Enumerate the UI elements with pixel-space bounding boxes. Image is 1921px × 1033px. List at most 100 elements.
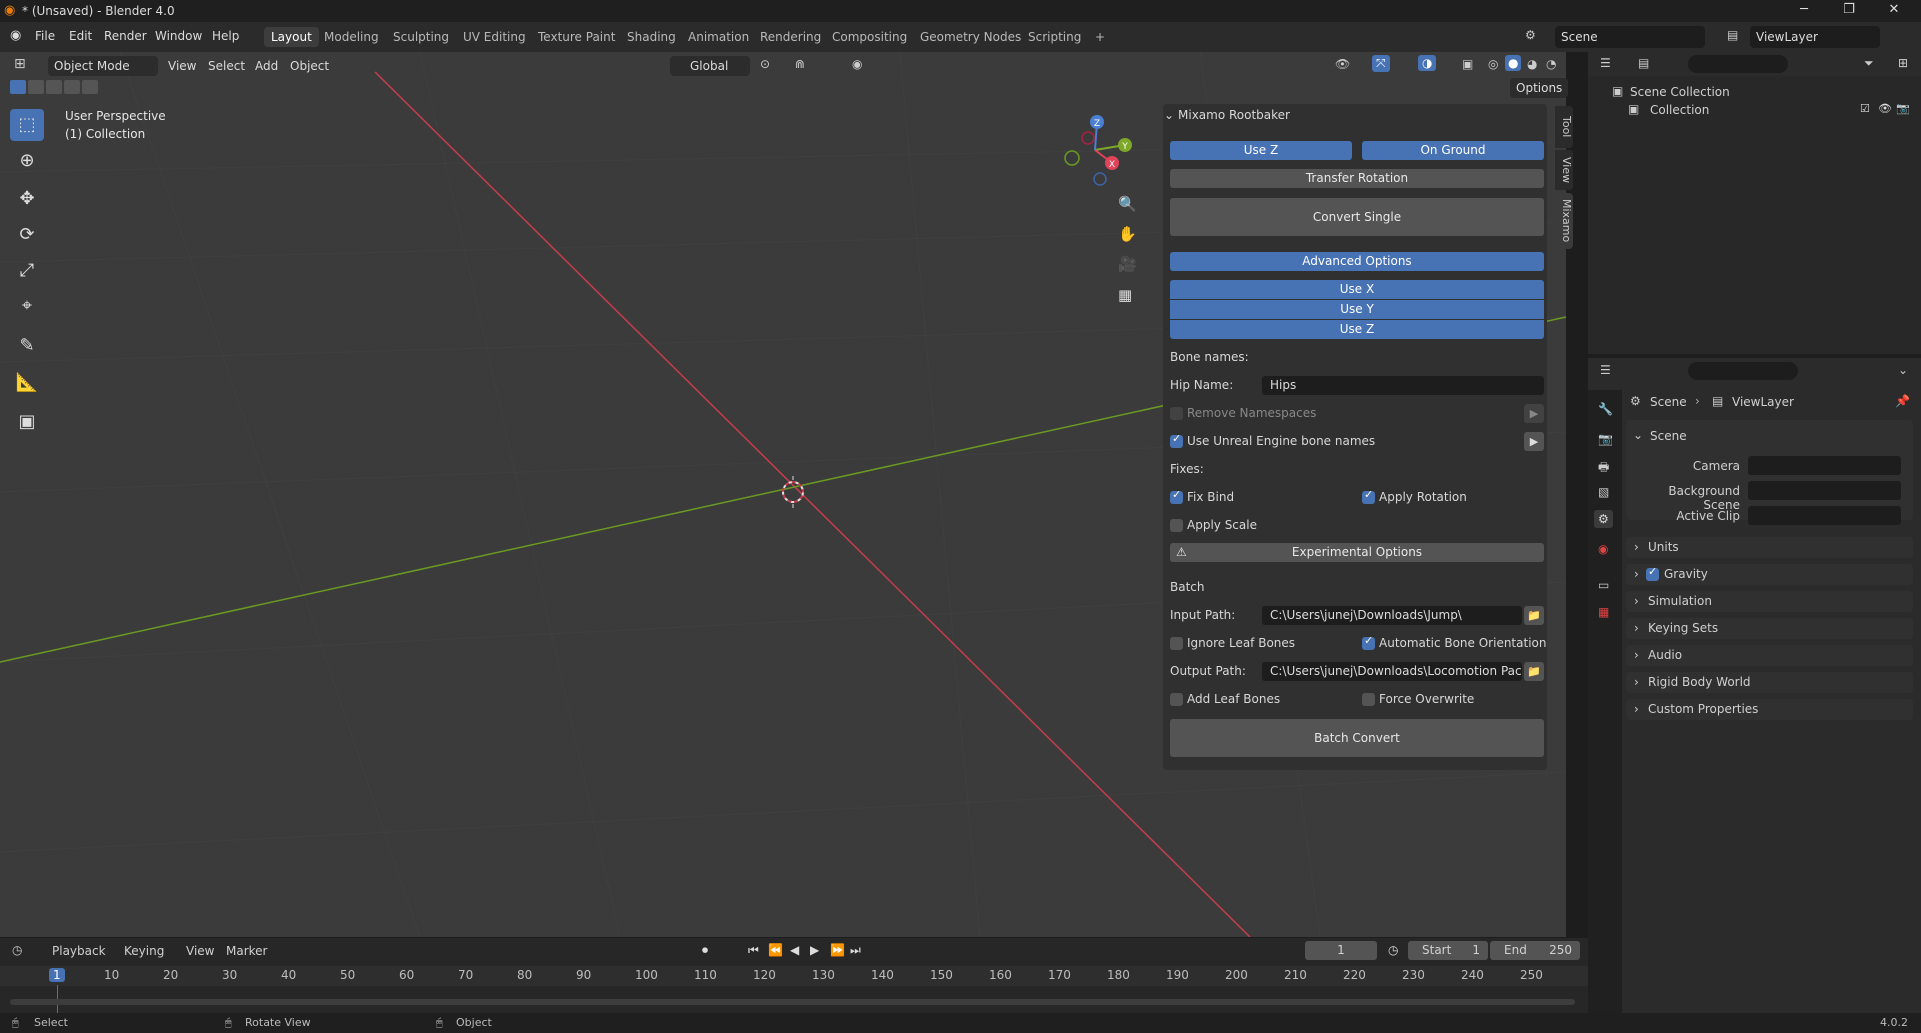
remove-namespaces-play-icon[interactable]: ▶ — [1524, 404, 1544, 423]
menu-file[interactable]: File — [35, 29, 55, 43]
collection-props-icon[interactable]: ▭ — [1598, 578, 1609, 592]
play-icon[interactable]: ▶ — [810, 943, 819, 957]
advanced-options-button[interactable]: Advanced Options — [1170, 252, 1544, 271]
zoom-icon[interactable]: 🔍 — [1118, 195, 1137, 213]
mode-dropdown[interactable]: Object Mode — [48, 56, 158, 76]
solid-shading-icon[interactable]: ● — [1505, 55, 1522, 71]
use-unreal-play-icon[interactable]: ▶ — [1524, 432, 1544, 451]
new-collection-icon[interactable]: ⊞ — [1898, 56, 1908, 70]
tool-props-icon[interactable]: 🔧 — [1598, 402, 1613, 416]
remove-namespaces-checkbox[interactable] — [1170, 407, 1183, 420]
background-scene-field[interactable] — [1748, 481, 1901, 500]
experimental-options-button[interactable]: ⚠ Experimental Options — [1170, 543, 1544, 562]
prev-keyframe-icon[interactable]: ⏪ — [768, 943, 783, 957]
transform-orientation-dropdown[interactable]: Global — [670, 56, 750, 76]
filter-icon[interactable]: ⏷ — [1864, 56, 1874, 71]
hip-name-input[interactable]: Hips — [1262, 376, 1544, 395]
menu-view[interactable]: View — [168, 59, 196, 73]
measure-tool-icon[interactable]: 📐 — [10, 367, 44, 399]
tab-layout[interactable]: Layout — [264, 27, 319, 47]
use-unreal-checkbox[interactable] — [1170, 432, 1183, 448]
annotate-tool-icon[interactable]: ✎ — [10, 330, 44, 362]
gizmo-toggle-icon[interactable]: ⤧ — [1372, 55, 1390, 72]
select-box-tool-icon[interactable]: ⬚ — [10, 109, 44, 141]
side-tab-mixamo[interactable]: Mixamo — [1555, 193, 1573, 249]
select-mode-subtract-icon[interactable] — [46, 80, 62, 94]
jump-start-icon[interactable]: ⏮ — [748, 943, 759, 958]
add-leaf-bones-checkbox[interactable] — [1170, 693, 1183, 706]
adv-use-y-button[interactable]: Use Y — [1170, 300, 1544, 319]
input-folder-icon[interactable]: 📁 — [1524, 606, 1544, 625]
tab-uv-editing[interactable]: UV Editing — [456, 27, 533, 47]
outliner-scene-collection[interactable]: Scene Collection — [1630, 85, 1730, 99]
properties-search-input[interactable] — [1688, 362, 1798, 380]
select-mode-new-icon[interactable] — [10, 80, 26, 94]
menu-render[interactable]: Render — [104, 29, 147, 43]
display-mode-icon[interactable]: ▤ — [1638, 56, 1649, 70]
select-mode-extend-icon[interactable] — [28, 80, 44, 94]
side-tab-tool[interactable]: Tool — [1555, 106, 1573, 148]
menu-select[interactable]: Select — [208, 59, 245, 73]
add-workspace-button[interactable]: + — [1088, 27, 1112, 47]
output-props-icon[interactable]: 🖶 — [1598, 458, 1609, 479]
play-reverse-icon[interactable]: ◀ — [790, 943, 799, 957]
panel-audio[interactable]: › Audio — [1626, 645, 1913, 666]
panel-keying-sets[interactable]: › Keying Sets — [1626, 618, 1913, 639]
snap-icon[interactable]: ⋒ — [795, 57, 805, 71]
add-cube-tool-icon[interactable]: ▣ — [10, 406, 44, 438]
scene-props-icon[interactable]: ⚙ — [1594, 510, 1613, 528]
pin-icon[interactable]: 📌 — [1895, 394, 1910, 408]
start-frame-input[interactable]: Start 1 — [1408, 941, 1488, 960]
select-mode-invert-icon[interactable] — [64, 80, 80, 94]
side-tab-view[interactable]: View — [1555, 150, 1573, 190]
menu-object[interactable]: Object — [290, 59, 329, 73]
on-ground-button[interactable]: On Ground — [1362, 141, 1544, 160]
select-mode-intersect-icon[interactable] — [82, 80, 98, 94]
scene-panel-chevron-icon[interactable]: ⌄ — [1633, 428, 1643, 442]
menu-edit[interactable]: Edit — [69, 29, 92, 43]
adv-use-x-button[interactable]: Use X — [1170, 280, 1544, 299]
apply-rotation-checkbox[interactable] — [1362, 488, 1375, 504]
cursor-tool-icon[interactable]: ⊕ — [10, 145, 44, 177]
scene-selector[interactable]: Scene — [1555, 26, 1705, 48]
ortho-toggle-icon[interactable]: ▦ — [1118, 286, 1132, 304]
render-props-icon[interactable]: 📷 — [1598, 432, 1613, 446]
xray-icon[interactable]: ▣ — [1462, 57, 1473, 71]
gravity-checkbox[interactable] — [1646, 565, 1659, 581]
camera-view-icon[interactable]: 🎥 — [1118, 255, 1137, 273]
tab-compositing[interactable]: Compositing — [825, 27, 914, 47]
visibility-icon[interactable]: 👁 — [1335, 57, 1350, 71]
menu-playback[interactable]: Playback — [52, 944, 106, 958]
automatic-bone-orientation-checkbox[interactable] — [1362, 634, 1375, 650]
blender-menu-icon[interactable]: ◉ — [10, 28, 21, 43]
adv-use-z-button[interactable]: Use Z — [1170, 320, 1544, 339]
tab-rendering[interactable]: Rendering — [753, 27, 828, 47]
outliner-search-input[interactable] — [1688, 55, 1788, 73]
editor-type-icon[interactable]: ⊞ — [14, 56, 26, 72]
timeline-scrollbar[interactable] — [10, 999, 1575, 1005]
texture-props-icon[interactable]: ▦ — [1598, 605, 1609, 619]
menu-marker[interactable]: Marker — [226, 944, 267, 958]
output-path-field[interactable]: C:\Users\junej\Downloads\Locomotion Pack… — [1262, 662, 1522, 681]
panel-units[interactable]: › Units — [1626, 537, 1913, 558]
tab-scripting[interactable]: Scripting — [1021, 27, 1088, 47]
force-overwrite-checkbox[interactable] — [1362, 693, 1375, 706]
tab-modeling[interactable]: Modeling — [317, 27, 386, 47]
tab-texture-paint[interactable]: Texture Paint — [531, 27, 622, 47]
wireframe-shading-icon[interactable]: ◎ — [1488, 57, 1498, 71]
record-icon[interactable]: ⏺ — [702, 943, 708, 958]
scene-icon[interactable]: ⚙ — [1525, 28, 1536, 42]
rendered-shading-icon[interactable]: ◔ — [1546, 57, 1556, 71]
maximize-button[interactable]: ❐ — [1835, 2, 1863, 20]
menu-timeline-view[interactable]: View — [186, 944, 214, 958]
next-keyframe-icon[interactable]: ⏩ — [830, 943, 845, 957]
end-frame-input[interactable]: End 250 — [1490, 941, 1580, 960]
panel-gravity[interactable]: › Gravity — [1626, 564, 1913, 585]
navigation-gizmo[interactable]: Z Y X — [1055, 110, 1135, 190]
close-window-button[interactable]: ✕ — [1880, 2, 1908, 20]
minimize-button[interactable]: ─ — [1790, 2, 1818, 20]
panel-custom-properties[interactable]: › Custom Properties — [1626, 699, 1913, 720]
current-frame-input[interactable]: 1 — [1305, 941, 1377, 960]
viewlayer-selector[interactable]: ViewLayer — [1750, 26, 1880, 48]
menu-help[interactable]: Help — [212, 29, 239, 43]
